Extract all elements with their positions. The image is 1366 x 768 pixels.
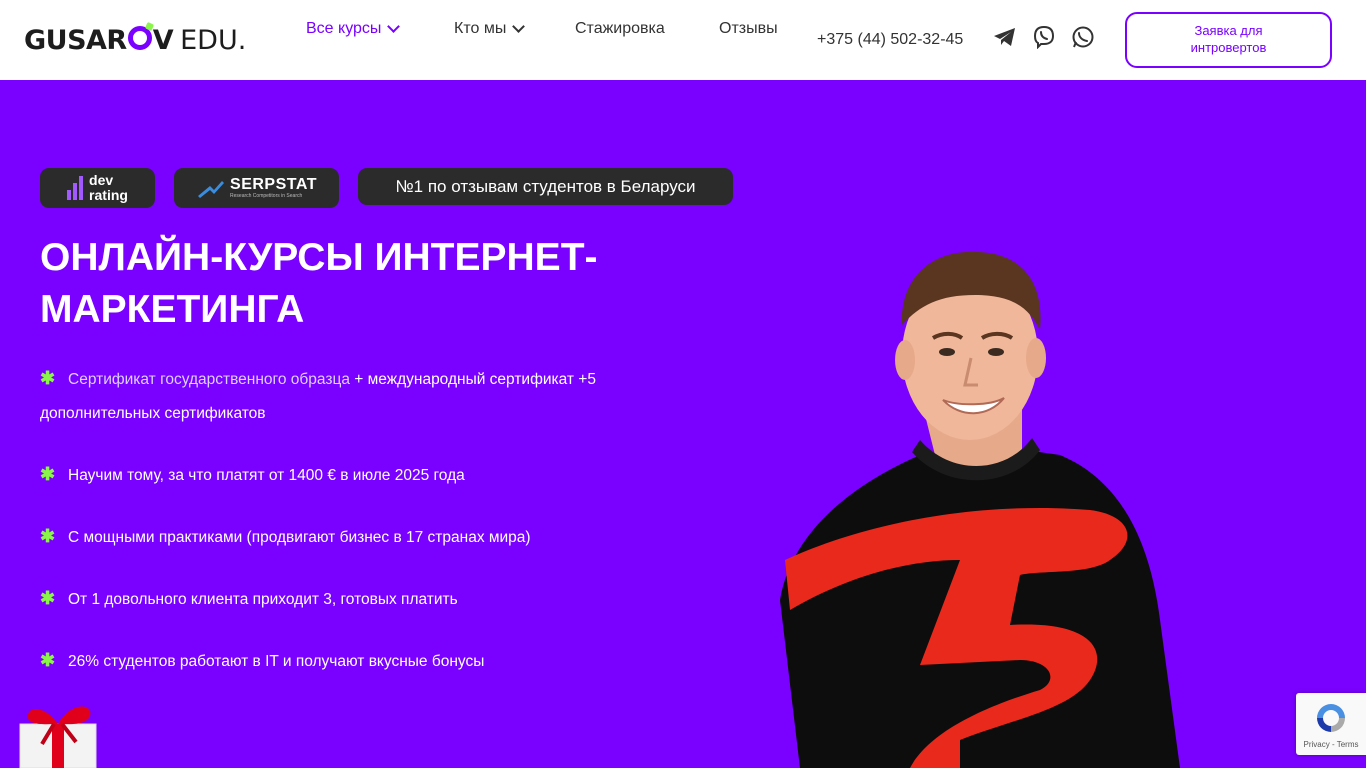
feature-item: ✱ 26% студентов работают в IT и получают … [40, 643, 660, 679]
nav-internship[interactable]: Стажировка [575, 20, 665, 38]
recaptcha-badge[interactable]: Privacy - Terms [1296, 693, 1366, 755]
telegram-icon[interactable] [992, 24, 1018, 50]
chevron-down-icon [387, 20, 401, 33]
serpstat-arrow-icon [198, 181, 225, 198]
logo-text: GUSAR [24, 24, 127, 56]
feature-item: ✱ Научим тому, за что платят от 1400 € в … [40, 457, 660, 493]
asterisk-icon: ✱ [40, 588, 56, 608]
viber-icon[interactable] [1031, 24, 1057, 50]
whatsapp-icon[interactable] [1070, 24, 1096, 50]
recaptcha-icon [1317, 703, 1345, 732]
nav-internship-label: Стажировка [575, 20, 665, 37]
feature-item: ✱ От 1 довольного клиента приходит 3, гот… [40, 581, 660, 617]
feature-item: ✱ С мощными практиками (продвигают бизнес… [40, 519, 660, 555]
top-reviews-badge: №1 по отзывам студентов в Беларуси [358, 168, 733, 205]
feature-item: ✱ Сертификат государственного образца + м… [40, 361, 660, 431]
page-title: ОНЛАЙН-КУРСЫ ИНТЕРНЕТ-МАРКЕТИНГА [40, 236, 598, 331]
devrating-badge[interactable]: dev rating [40, 168, 155, 208]
nav-all-courses[interactable]: Все курсы [306, 20, 401, 38]
asterisk-icon: ✱ [40, 368, 56, 388]
logo-text-end: V [152, 24, 174, 56]
nav-reviews[interactable]: Отзывы [719, 20, 778, 38]
asterisk-icon: ✱ [40, 650, 56, 670]
chart-bars-icon [67, 176, 84, 200]
logo[interactable]: GUSAR V EDU. [24, 22, 246, 58]
devrating-text: dev rating [89, 172, 128, 203]
asterisk-icon: ✱ [40, 526, 56, 546]
phone-link[interactable]: +375 (44) 502-32-45 [817, 31, 963, 49]
nav-who-we-are[interactable]: Кто мы [454, 20, 526, 38]
logo-o-mark [127, 26, 152, 50]
serpstat-text: SERPSTAT Research Competitors in Search [230, 176, 317, 200]
recaptcha-links[interactable]: Privacy - Terms [1304, 740, 1359, 749]
nav-reviews-label: Отзывы [719, 20, 778, 37]
serpstat-badge[interactable]: SERPSTAT Research Competitors in Search [174, 168, 339, 208]
chevron-down-icon [512, 20, 526, 33]
site-header: GUSAR V EDU. Все курсы Кто мы Стажировка… [0, 0, 1366, 80]
asterisk-icon: ✱ [40, 464, 56, 484]
gift-icon[interactable] [14, 700, 104, 768]
nav-all-courses-label: Все курсы [306, 20, 382, 37]
logo-edu-text: EDU. [180, 24, 247, 56]
introvert-request-button[interactable]: Заявка для интровертов [1125, 12, 1332, 68]
instructor-photo [780, 251, 1180, 768]
nav-who-we-are-label: Кто мы [454, 20, 507, 37]
